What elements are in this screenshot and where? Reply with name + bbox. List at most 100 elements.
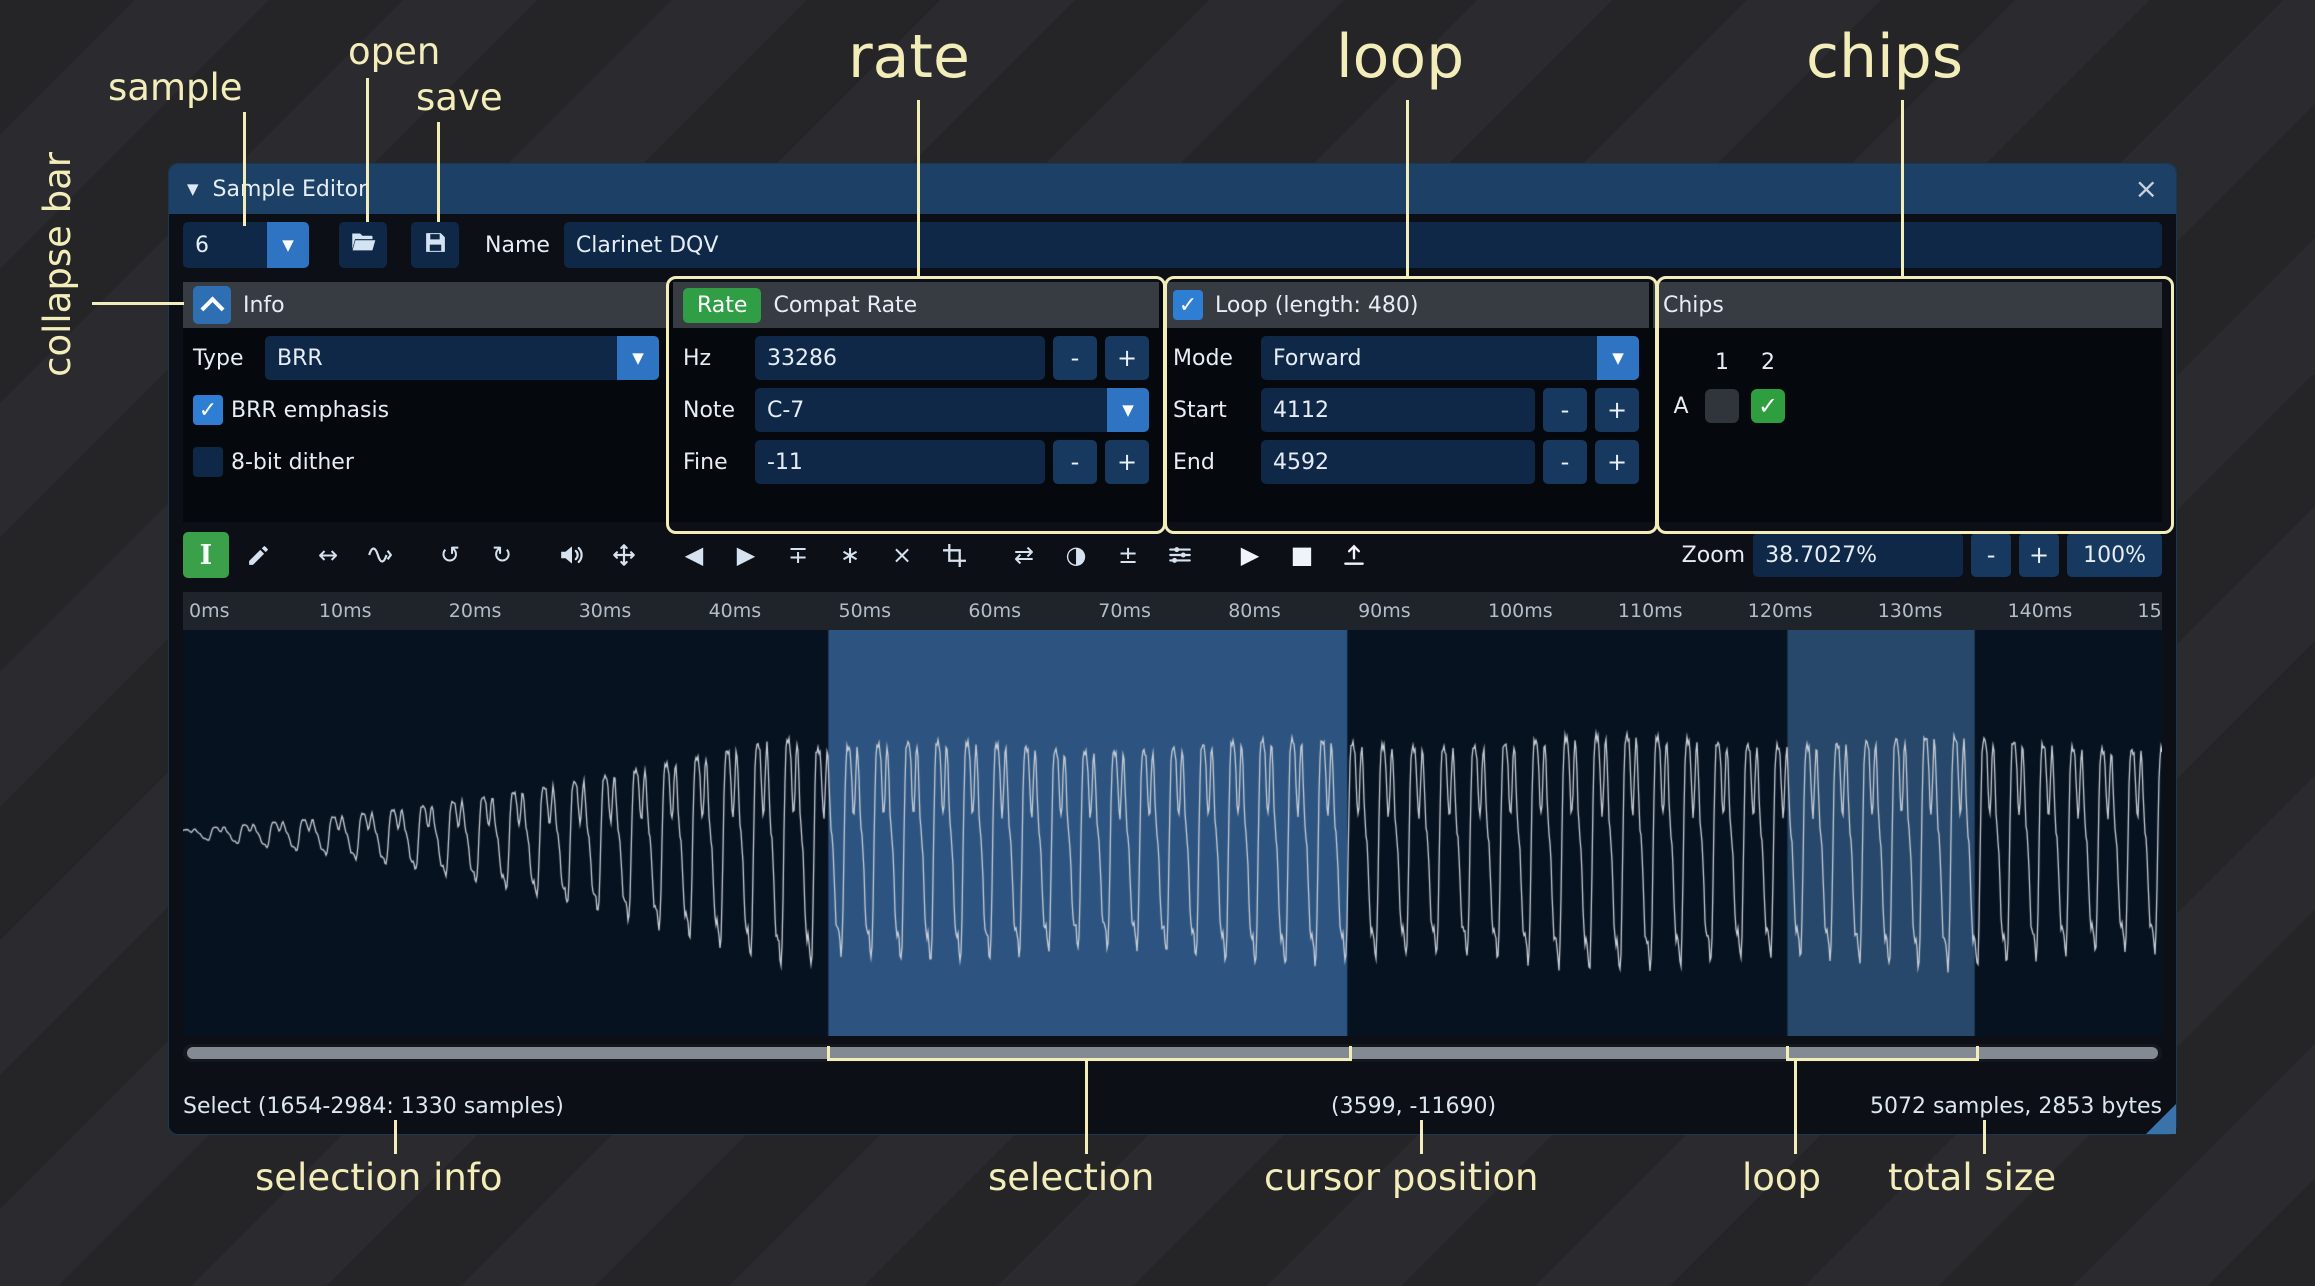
page-background: ▼ Sample Editor × 6 ▼ Name Clarinet DQV xyxy=(0,0,2315,1286)
ruler-label: 90ms xyxy=(1358,592,1411,630)
draw-tool[interactable] xyxy=(235,532,281,578)
zoom-reset-button[interactable]: 100% xyxy=(2067,533,2162,577)
ruler-label: 150 xyxy=(2138,592,2163,630)
annotation-box-chips xyxy=(1656,276,2174,534)
invert-circle-icon: ◑ xyxy=(1066,541,1087,569)
filter-button[interactable] xyxy=(1157,532,1203,578)
selection-info-text: Select (1654-2984: 1330 samples) xyxy=(183,1094,564,1119)
resample-tool[interactable] xyxy=(357,532,403,578)
annotation-line xyxy=(1420,1120,1423,1154)
fade-in-button[interactable]: ◀ xyxy=(671,532,717,578)
filter-sliders-icon xyxy=(1167,542,1193,568)
zoom-reset-label: 100% xyxy=(2083,543,2146,568)
annotation-loop-marker: loop xyxy=(1742,1156,1821,1199)
amplify-button[interactable] xyxy=(549,532,595,578)
invert-button[interactable]: ◑ xyxy=(1053,532,1099,578)
zoom-value: 38.7027% xyxy=(1765,543,1877,568)
delete-button[interactable]: × xyxy=(879,532,925,578)
insert-silence-button[interactable]: ∓ xyxy=(775,532,821,578)
upload-icon xyxy=(1341,542,1367,568)
chevron-down-icon: ▼ xyxy=(632,349,644,367)
minus-star-icon: ∗ xyxy=(840,541,860,569)
window-collapse-icon[interactable]: ▼ xyxy=(187,180,199,198)
top-row: 6 ▼ Name Clarinet DQV xyxy=(183,222,2162,268)
floppy-icon xyxy=(423,230,448,261)
type-value: BRR xyxy=(277,346,323,371)
resize-grip[interactable] xyxy=(2146,1104,2176,1134)
zoom-in-button[interactable]: + xyxy=(2019,533,2059,577)
preview-button[interactable]: ▶ xyxy=(1227,532,1273,578)
annotation-line xyxy=(917,100,920,276)
annotation-collapse-bar: collapse bar xyxy=(36,152,79,377)
ruler-label: 100ms xyxy=(1488,592,1553,630)
ruler-label: 40ms xyxy=(709,592,762,630)
sample-number: 6 xyxy=(195,233,209,258)
triangle-left-icon: ◀ xyxy=(685,541,703,569)
annotation-selection-bracket xyxy=(827,1046,1352,1061)
name-label: Name xyxy=(485,222,550,268)
zoom-label: Zoom xyxy=(1682,543,1745,568)
zoom-out-button[interactable]: - xyxy=(1971,533,2011,577)
select-tool[interactable]: I xyxy=(183,532,229,578)
create-wavetable-button[interactable] xyxy=(1331,532,1377,578)
annotation-selection: selection xyxy=(988,1156,1154,1199)
plus-minus-icon: ± xyxy=(1118,541,1138,569)
speaker-icon xyxy=(559,542,585,568)
dither-checkbox[interactable] xyxy=(193,447,223,477)
resize-tool[interactable]: ↔ xyxy=(305,532,351,578)
titlebar[interactable]: ▼ Sample Editor × xyxy=(169,164,2176,214)
ruler-label: 10ms xyxy=(319,592,372,630)
normalize-button[interactable] xyxy=(601,532,647,578)
zoom-input[interactable]: 38.7027% xyxy=(1753,533,1963,577)
resize-arrows-icon: ↔ xyxy=(318,541,338,569)
annotation-chips: chips xyxy=(1806,22,1963,92)
ruler-label: 60ms xyxy=(968,592,1021,630)
total-size-text: 5072 samples, 2853 bytes xyxy=(1870,1094,2162,1119)
redo-button[interactable]: ↻ xyxy=(479,532,525,578)
fade-out-button[interactable]: ▶ xyxy=(723,532,769,578)
close-icon[interactable]: × xyxy=(2135,175,2158,203)
type-combo[interactable]: BRR ▼ xyxy=(265,336,659,380)
annotation-selection-info: selection info xyxy=(255,1156,502,1199)
open-button[interactable] xyxy=(339,222,387,268)
reverse-button[interactable]: ⇄ xyxy=(1001,532,1047,578)
ruler-label: 50ms xyxy=(839,592,892,630)
crop-icon xyxy=(942,543,967,568)
ruler-label: 120ms xyxy=(1748,592,1813,630)
annotation-loop-bracket xyxy=(1786,1046,1979,1061)
info-panel: Info Type BRR ▼ ✓ BRR emphasis xyxy=(183,282,669,522)
dither-label: 8-bit dither xyxy=(231,450,354,475)
annotation-sample: sample xyxy=(108,66,243,109)
annotation-box-loop xyxy=(1164,276,1658,534)
stop-preview-button[interactable]: ■ xyxy=(1279,532,1325,578)
swap-arrows-icon: ⇄ xyxy=(1014,541,1034,569)
pencil-icon xyxy=(246,543,271,568)
ibeam-icon: I xyxy=(200,540,213,571)
annotation-line xyxy=(1406,100,1409,276)
sample-selector-arrow[interactable]: ▼ xyxy=(267,222,309,268)
undo-button[interactable]: ↺ xyxy=(427,532,473,578)
time-ruler: 0ms10ms20ms30ms40ms50ms60ms70ms80ms90ms1… xyxy=(183,592,2162,630)
trim-button[interactable] xyxy=(931,532,977,578)
stop-icon: ■ xyxy=(1291,541,1314,569)
undo-icon: ↺ xyxy=(440,541,460,569)
brr-emphasis-checkbox[interactable]: ✓ xyxy=(193,395,223,425)
minus-plus-icon: ∓ xyxy=(788,541,808,569)
apply-silence-button[interactable]: ∗ xyxy=(827,532,873,578)
save-button[interactable] xyxy=(411,222,459,268)
ruler-label: 30ms xyxy=(579,592,632,630)
sample-selector[interactable]: 6 xyxy=(183,222,267,268)
expand-arrows-icon xyxy=(611,542,637,568)
name-input[interactable]: Clarinet DQV xyxy=(564,222,2162,268)
waveform-display[interactable] xyxy=(183,630,2162,1036)
sign-exchange-button[interactable]: ± xyxy=(1105,532,1151,578)
annotation-loop: loop xyxy=(1336,22,1464,92)
annotation-save: save xyxy=(416,76,503,119)
annotation-open: open xyxy=(348,30,440,73)
collapse-bar-button[interactable] xyxy=(193,286,231,324)
annotation-rate: rate xyxy=(848,22,970,92)
annotation-line xyxy=(1983,1120,1986,1154)
info-header: Info xyxy=(243,293,285,318)
ruler-label: 0ms xyxy=(189,592,230,630)
status-bar: Select (1654-2984: 1330 samples) (3599, … xyxy=(183,1066,2162,1132)
